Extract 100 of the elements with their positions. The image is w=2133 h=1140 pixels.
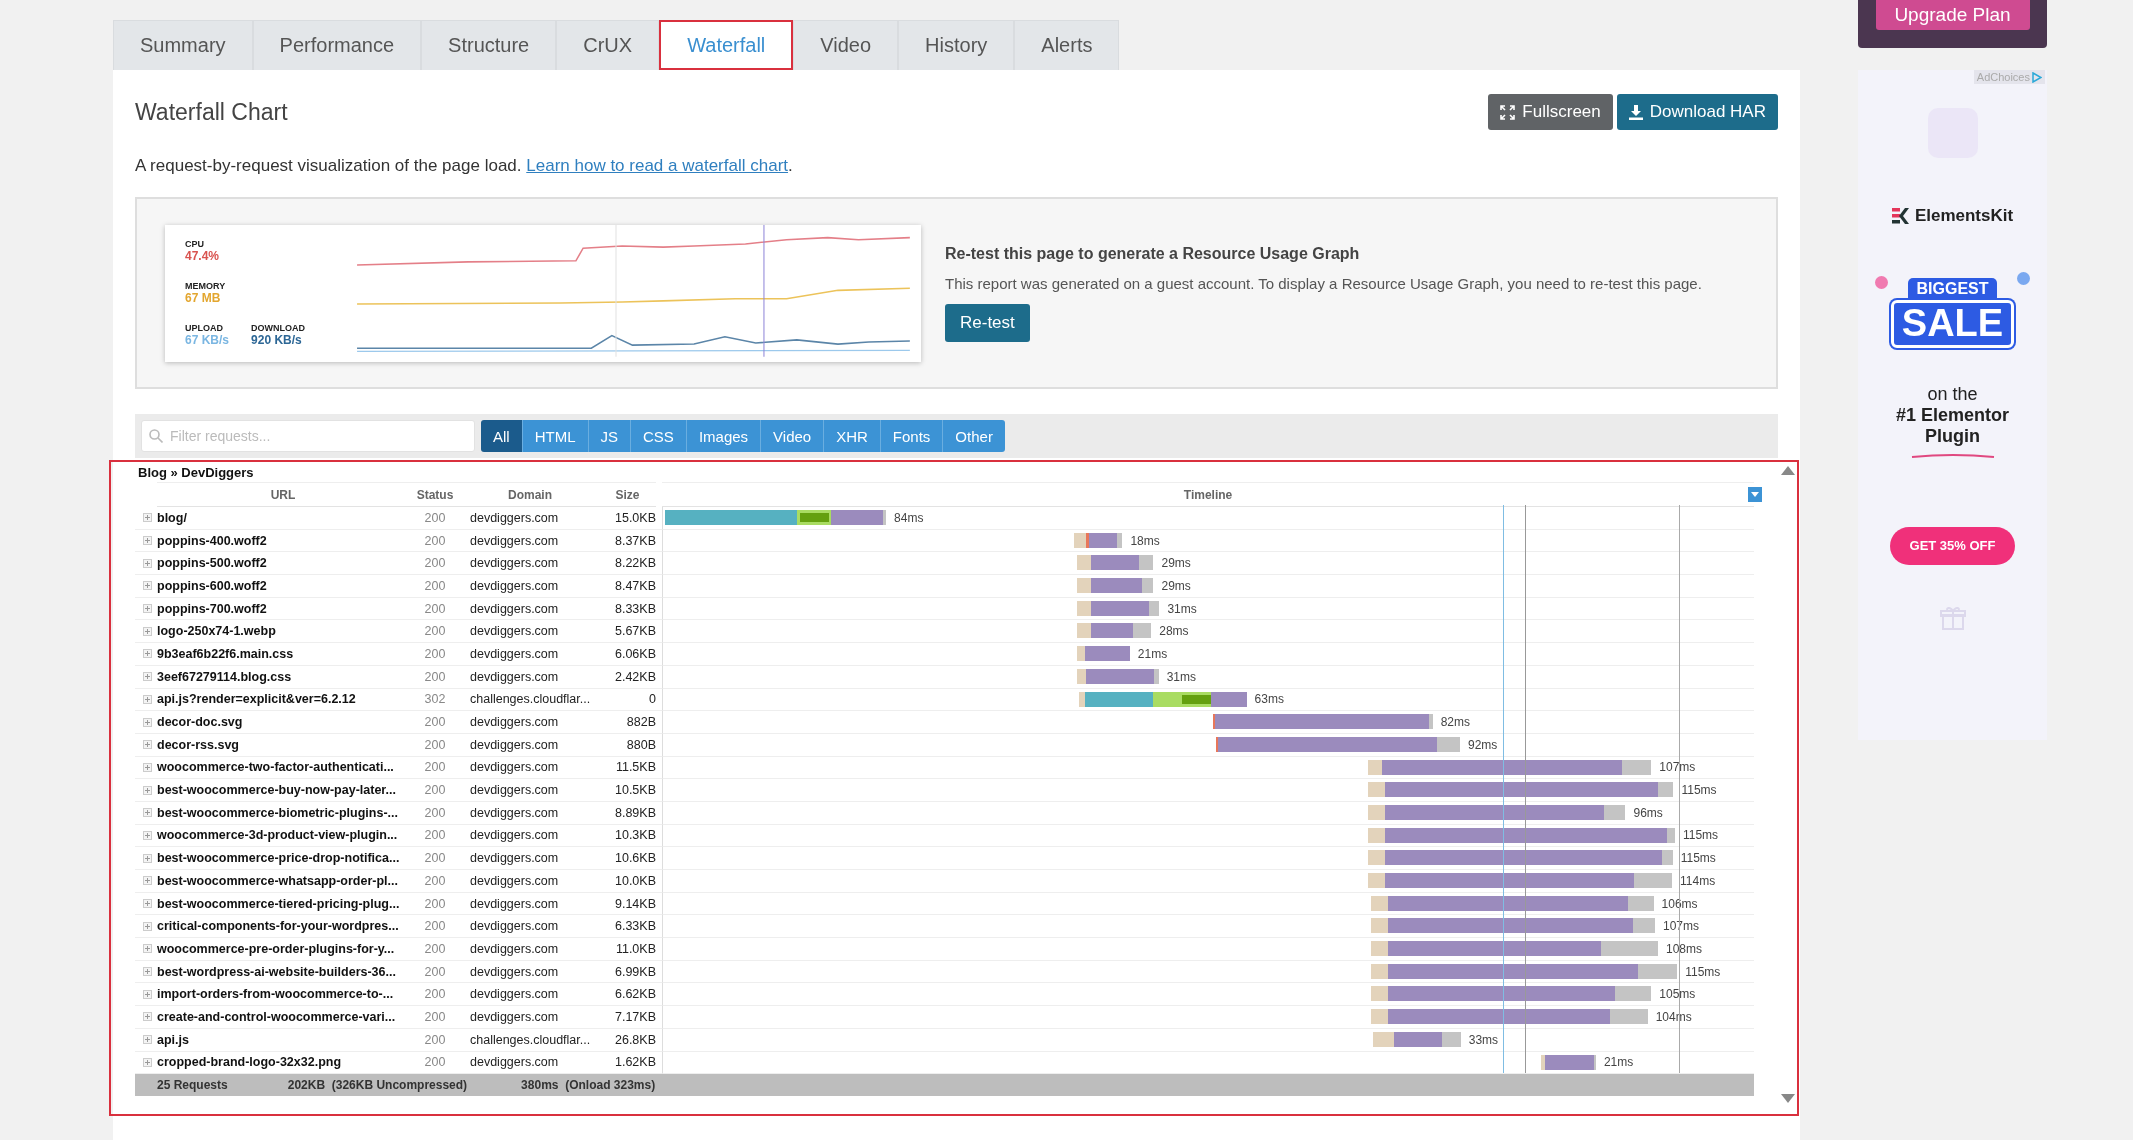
request-url[interactable]: api.js?render=explicit&ver=6.2.12 bbox=[157, 692, 356, 707]
upgrade-button[interactable]: Upgrade Plan bbox=[1875, 0, 2030, 30]
duration-label: 33ms bbox=[1468, 1032, 1499, 1047]
status-code: 200 bbox=[424, 646, 446, 661]
column-header: URL bbox=[270, 487, 296, 502]
expand-icon[interactable] bbox=[143, 989, 152, 999]
expand-icon[interactable] bbox=[143, 672, 152, 682]
ad-text: on the bbox=[1927, 383, 1978, 405]
brand-name: ElementsKit bbox=[1914, 206, 2014, 226]
request-url[interactable]: 9b3eaf6b22f6.main.css bbox=[157, 646, 294, 661]
status-code: 200 bbox=[424, 828, 446, 843]
tab[interactable]: Structure bbox=[421, 20, 557, 70]
request-url[interactable]: woocommerce-pre-order-plugins-for-y... bbox=[157, 941, 395, 956]
retest-button[interactable]: Re-test bbox=[945, 303, 1030, 342]
request-url[interactable]: decor-doc.svg bbox=[157, 715, 243, 730]
fullscreen-button[interactable]: Fullscreen bbox=[1488, 94, 1613, 130]
expand-icon[interactable] bbox=[143, 830, 152, 840]
request-domain: devdiggers.com bbox=[470, 1055, 559, 1070]
request-domain: devdiggers.com bbox=[470, 578, 559, 593]
request-url[interactable]: import-orders-from-woocommerce-to-... bbox=[157, 987, 394, 1002]
request-url[interactable]: blog/ bbox=[157, 510, 187, 525]
expand-icon[interactable] bbox=[143, 808, 152, 818]
request-domain: devdiggers.com bbox=[470, 964, 559, 979]
expand-icon[interactable] bbox=[143, 1012, 152, 1022]
request-url[interactable]: poppins-400.woff2 bbox=[157, 533, 267, 548]
request-url[interactable]: poppins-700.woff2 bbox=[157, 601, 267, 616]
request-domain: devdiggers.com bbox=[470, 510, 559, 525]
request-url[interactable]: woocommerce-3d-product-view-plugin... bbox=[157, 828, 398, 843]
request-url[interactable]: critical-components-for-your-wordpres... bbox=[157, 919, 399, 934]
expand-icon[interactable] bbox=[143, 762, 152, 772]
expand-icon[interactable] bbox=[143, 536, 152, 546]
discount-button[interactable]: GET 35% OFF bbox=[1890, 526, 2015, 565]
request-url[interactable]: logo-250x74-1.webp bbox=[157, 624, 276, 639]
expand-icon[interactable] bbox=[143, 717, 152, 727]
expand-icon[interactable] bbox=[143, 581, 152, 591]
request-url[interactable]: decor-rss.svg bbox=[157, 737, 239, 752]
request-url[interactable]: poppins-600.woff2 bbox=[157, 578, 267, 593]
tab[interactable]: History bbox=[898, 20, 1015, 70]
expand-icon[interactable] bbox=[143, 1035, 152, 1045]
request-url[interactable]: create-and-control-woocommerce-vari... bbox=[157, 1009, 396, 1024]
request-url[interactable]: best-woocommerce-biometric-plugins-... bbox=[157, 805, 398, 820]
request-url[interactable]: best-woocommerce-tiered-pricing-plug... bbox=[157, 896, 400, 911]
request-size: 7.17KB bbox=[615, 1009, 656, 1024]
duration-label: 84ms bbox=[894, 510, 924, 525]
duration-label: 28ms bbox=[1159, 624, 1189, 639]
scroll-up-arrow[interactable] bbox=[1781, 466, 1795, 475]
request-url[interactable]: cropped-brand-logo-32x32.png bbox=[157, 1055, 342, 1070]
dropdown-button[interactable] bbox=[1748, 487, 1762, 502]
help-link[interactable]: Learn how to read a waterfall chart bbox=[526, 156, 789, 175]
expand-icon[interactable] bbox=[143, 876, 152, 886]
request-url[interactable]: api.js bbox=[157, 1032, 189, 1047]
request-url[interactable]: best-wordpress-ai-website-builders-36... bbox=[157, 964, 396, 979]
tab[interactable]: CrUX bbox=[556, 20, 660, 70]
metric-value: 67 KB/s bbox=[185, 332, 230, 347]
request-url[interactable]: best-woocommerce-whatsapp-order-pl... bbox=[157, 873, 398, 888]
tab[interactable]: Alerts bbox=[1014, 20, 1120, 70]
status-code: 200 bbox=[424, 896, 446, 911]
load-time: 380ms (Onload 323ms) bbox=[521, 1078, 656, 1093]
request-size: 26.8KB bbox=[615, 1032, 656, 1047]
expand-icon[interactable] bbox=[143, 967, 152, 977]
filter-field[interactable]: Filter requests... bbox=[141, 420, 475, 452]
expand-icon[interactable] bbox=[143, 604, 152, 614]
expand-icon[interactable] bbox=[143, 944, 152, 954]
tab[interactable]: Summary bbox=[113, 20, 253, 70]
duration-label: 31ms bbox=[1166, 669, 1196, 684]
expand-icon[interactable] bbox=[143, 740, 152, 750]
expand-icon[interactable] bbox=[143, 558, 152, 568]
request-size: 10.6KB bbox=[615, 851, 656, 866]
metric-label: CPU bbox=[185, 239, 205, 250]
duration-label: 115ms bbox=[1681, 783, 1717, 798]
request-url[interactable]: woocommerce-two-factor-authenticati... bbox=[157, 760, 394, 775]
request-size: 6.06KB bbox=[615, 646, 656, 661]
duration-label: 82ms bbox=[1440, 715, 1470, 730]
expand-icon[interactable] bbox=[143, 626, 152, 636]
expand-icon[interactable] bbox=[143, 785, 152, 795]
expand-icon[interactable] bbox=[143, 513, 152, 523]
column-header: Timeline bbox=[1183, 487, 1233, 502]
duration-label: 114ms bbox=[1680, 873, 1716, 888]
request-domain: challenges.cloudflar... bbox=[470, 692, 591, 707]
request-size: 9.14KB bbox=[615, 896, 656, 911]
request-url[interactable]: best-woocommerce-buy-now-pay-later... bbox=[157, 783, 396, 798]
scroll-down-arrow[interactable] bbox=[1781, 1094, 1795, 1103]
download-button[interactable]: Download HAR bbox=[1616, 94, 1778, 130]
duration-label: 96ms bbox=[1633, 805, 1663, 820]
request-url[interactable]: 3eef67279114.blog.css bbox=[157, 669, 292, 684]
expand-icon[interactable] bbox=[143, 694, 152, 704]
tab[interactable]: Video bbox=[793, 20, 899, 70]
request-size: 8.47KB bbox=[615, 578, 656, 593]
status-code: 200 bbox=[424, 1055, 446, 1070]
request-domain: devdiggers.com bbox=[470, 805, 559, 820]
expand-icon[interactable] bbox=[143, 649, 152, 659]
filter-type-button[interactable]: All bbox=[481, 420, 523, 452]
request-url[interactable]: poppins-500.woff2 bbox=[157, 556, 267, 571]
expand-icon[interactable] bbox=[143, 921, 152, 931]
expand-icon[interactable] bbox=[143, 1057, 152, 1067]
expand-icon[interactable] bbox=[143, 853, 152, 863]
request-url[interactable]: best-woocommerce-price-drop-notifica... bbox=[157, 851, 400, 866]
tab[interactable]: Waterfall bbox=[659, 20, 794, 70]
tab[interactable]: Performance bbox=[252, 20, 422, 70]
expand-icon[interactable] bbox=[143, 899, 152, 909]
